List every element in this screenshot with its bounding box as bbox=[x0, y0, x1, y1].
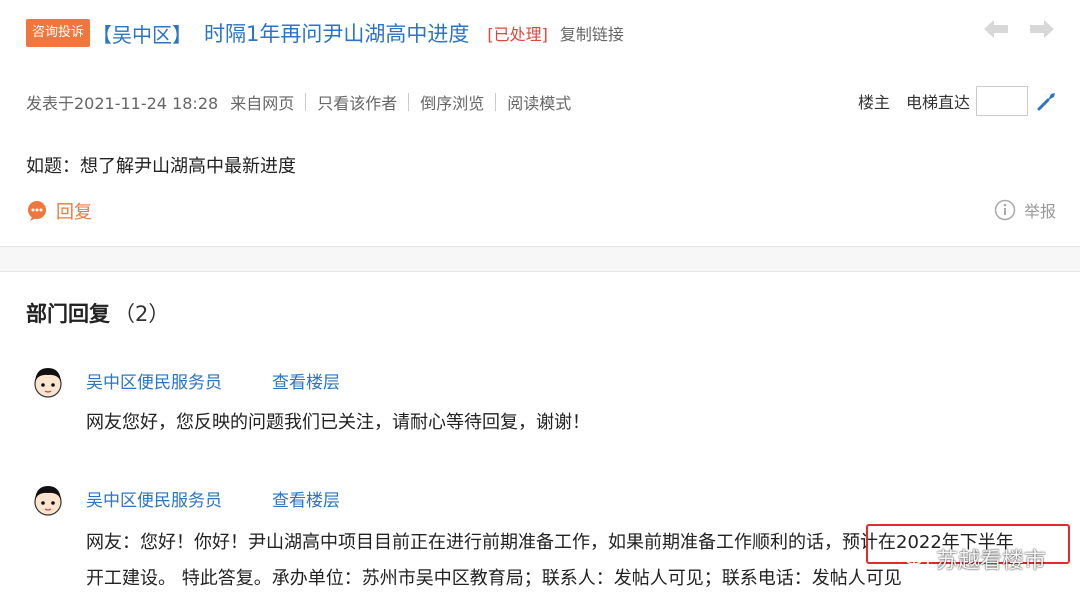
post-meta: 发表于2021-11-24 18:28 来自网页 只看该作者 倒序浏览 阅读模式 bbox=[26, 90, 571, 114]
post-source: 来自网页 bbox=[230, 94, 295, 113]
report-label: 举报 bbox=[1023, 202, 1056, 221]
thread-title: 时隔1年再问尹山湖高中进度 bbox=[204, 22, 470, 46]
department-title: 部门回复 bbox=[26, 302, 110, 326]
thread-nav bbox=[982, 18, 1056, 40]
info-icon bbox=[994, 199, 1016, 221]
department-reply: 吴中区便民服务员 查看楼层 网友您好，您反映的问题我们已关注，请耐心等待回复，谢… bbox=[26, 362, 1066, 442]
reply-author[interactable]: 吴中区便民服务员 bbox=[86, 368, 222, 393]
report-button[interactable]: 举报 bbox=[994, 198, 1056, 222]
elevator-label: 电梯直达 bbox=[905, 93, 970, 112]
divider bbox=[408, 93, 410, 111]
reply-author[interactable]: 吴中区便民服务员 bbox=[86, 486, 222, 511]
view-floor-link[interactable]: 查看楼层 bbox=[272, 368, 340, 393]
divider bbox=[305, 93, 307, 111]
floor-jump: 楼主 电梯直达 bbox=[858, 86, 1058, 116]
section-divider bbox=[0, 246, 1080, 272]
go-floor-icon[interactable] bbox=[1036, 90, 1058, 112]
district-label[interactable]: 【吴中区】 bbox=[92, 19, 192, 48]
avatar[interactable] bbox=[28, 480, 68, 520]
floor-owner-label: 楼主 bbox=[857, 93, 890, 112]
copy-link-button[interactable]: 复制链接 bbox=[560, 21, 624, 45]
view-floor-link[interactable]: 查看楼层 bbox=[272, 486, 340, 511]
divider bbox=[495, 93, 497, 111]
reply-label: 回复 bbox=[56, 202, 92, 223]
comment-bubble-icon bbox=[26, 200, 48, 222]
watermark: 苏越看楼市 bbox=[904, 543, 1046, 575]
status-badge: [已处理] bbox=[487, 25, 548, 44]
watermark-text: 苏越看楼市 bbox=[935, 549, 1046, 574]
reverse-order-link[interactable]: 倒序浏览 bbox=[420, 90, 484, 114]
prev-thread-icon[interactable] bbox=[982, 18, 1010, 40]
wechat-icon bbox=[904, 548, 930, 570]
floor-number-input[interactable] bbox=[976, 86, 1028, 116]
only-author-link[interactable]: 只看该作者 bbox=[317, 90, 397, 114]
next-thread-icon[interactable] bbox=[1028, 18, 1056, 40]
reading-mode-link[interactable]: 阅读模式 bbox=[507, 90, 571, 114]
department-replies-heading: 部门回复 （2） bbox=[26, 298, 169, 328]
avatar[interactable] bbox=[28, 362, 68, 402]
reply-button[interactable]: 回复 bbox=[26, 198, 92, 224]
reply-count: （2） bbox=[114, 302, 170, 326]
category-tag[interactable]: 咨询投诉 bbox=[26, 19, 91, 47]
reply-content: 网友您好，您反映的问题我们已关注，请耐心等待回复，谢谢！ bbox=[86, 412, 590, 433]
post-body: 如题：想了解尹山湖高中最新进度 bbox=[26, 156, 296, 177]
thread-title-row: 咨询投诉 【吴中区】 时隔1年再问尹山湖高中进度 [已处理] 复制链接 bbox=[26, 17, 624, 49]
post-date: 发表于2021-11-24 18:28 bbox=[26, 94, 219, 113]
